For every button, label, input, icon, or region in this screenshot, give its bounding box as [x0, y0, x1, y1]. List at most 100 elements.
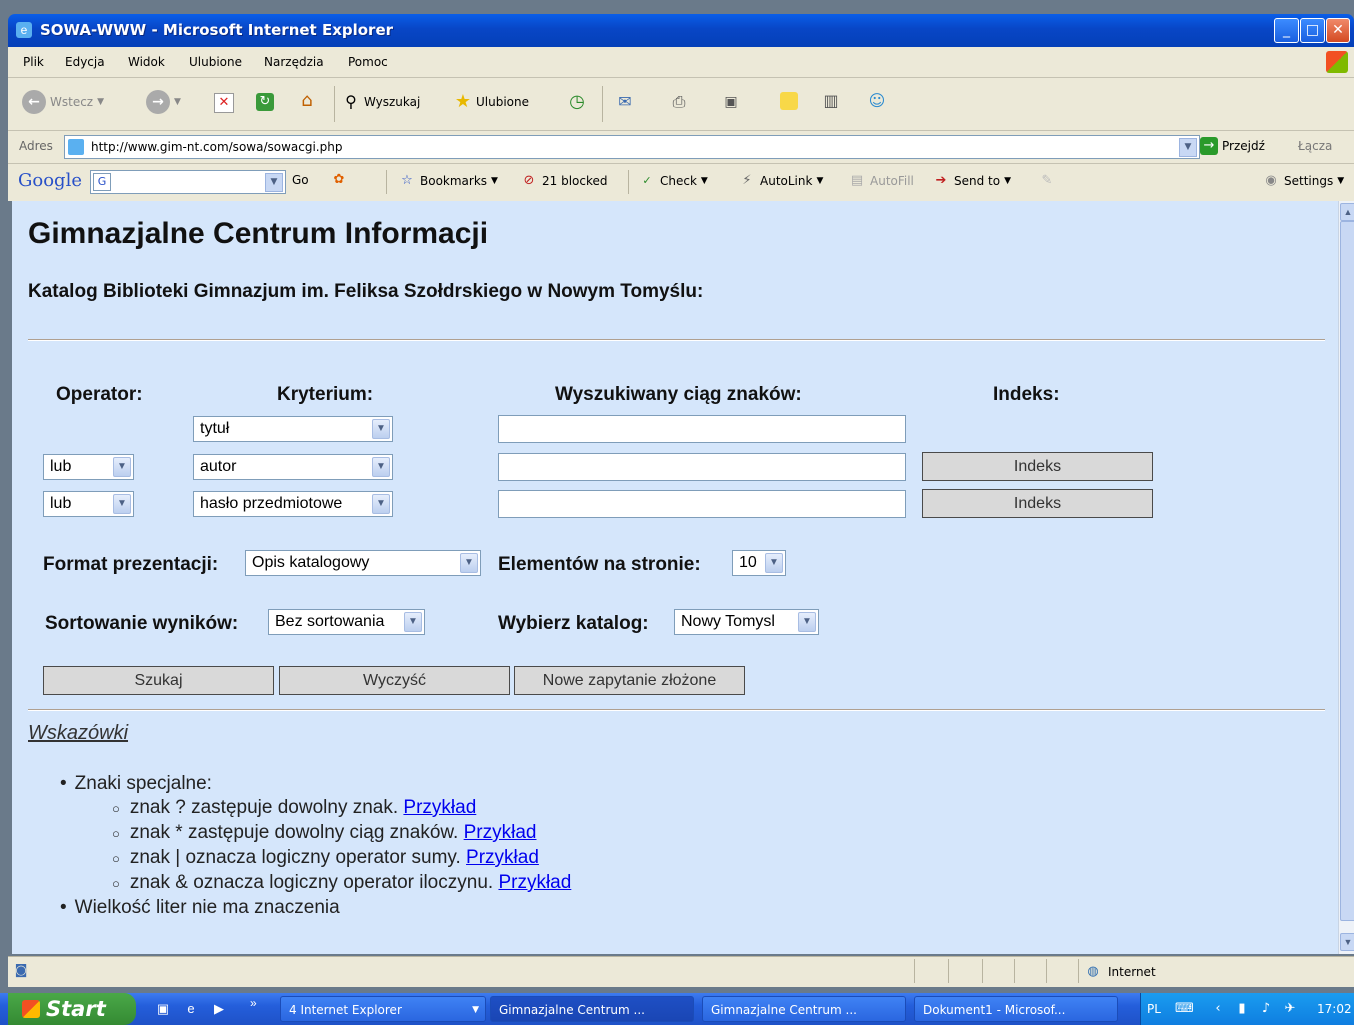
google-dropdown-icon[interactable]: ▼ [265, 173, 283, 192]
scroll-up-icon[interactable]: ▲ [1340, 203, 1354, 221]
research-icon[interactable]: ▥ [822, 92, 840, 110]
clear-button[interactable]: Wyczyść [279, 666, 510, 695]
task-gimnazjalne-2[interactable]: Gimnazjalne Centrum ... [702, 996, 906, 1022]
example-link[interactable]: Przykład [464, 822, 537, 843]
links-label[interactable]: Łącza [1298, 139, 1332, 153]
refresh-icon[interactable]: ↻ [256, 93, 274, 111]
menu-plik[interactable]: Plik [23, 55, 44, 69]
sendto-button[interactable]: ➔ Send to ▼ [932, 172, 1011, 190]
volume-icon[interactable]: ♪ [1257, 1000, 1275, 1018]
search-button[interactable]: ⚲ Wyszukaj [342, 93, 420, 111]
task-word-document[interactable]: Dokument1 - Microsof... [914, 996, 1118, 1022]
back-button[interactable]: ← Wstecz ▼ [22, 90, 104, 114]
scroll-thumb[interactable] [1340, 221, 1354, 921]
network-icon[interactable]: ▮ [1233, 1000, 1251, 1018]
clock[interactable]: 17:02 [1317, 1002, 1352, 1016]
go-arrow-icon: → [1200, 137, 1218, 155]
spellcheck-button[interactable]: ✓ Check ▼ [638, 172, 707, 190]
address-label: Adres [19, 139, 53, 153]
history-icon[interactable]: ◷ [568, 93, 586, 111]
example-link[interactable]: Przykład [403, 797, 476, 818]
index-header: Indeks: [993, 384, 1060, 405]
special-chars-label: Znaki specjalne: [74, 773, 212, 794]
star-icon: ★ [454, 91, 472, 112]
maximize-button[interactable]: □ [1300, 18, 1325, 43]
close-button[interactable]: ✕ [1326, 18, 1350, 43]
format-select[interactable]: Opis katalogowy ▼ [245, 550, 481, 576]
per-page-select[interactable]: 10 ▼ [732, 550, 786, 576]
google-logo[interactable]: Google [18, 170, 82, 191]
criterion-select-3[interactable]: hasło przedmiotowe ▼ [193, 491, 393, 517]
case-tip: Wielkość liter nie ma znaczenia [74, 897, 340, 918]
page-status-icon: ◙ [14, 963, 28, 978]
google-options-icon[interactable]: ✿ [330, 171, 348, 189]
tray-app-icon[interactable]: ✈ [1281, 1000, 1299, 1018]
per-page-label: Elementów na stronie: [498, 554, 701, 575]
new-query-button[interactable]: Nowe zapytanie złożone [514, 666, 745, 695]
search-button[interactable]: Szukaj [43, 666, 274, 695]
tips-link[interactable]: Wskazówki [28, 722, 128, 745]
autofill-button[interactable]: ▤ AutoFill [848, 172, 914, 190]
menu-widok[interactable]: Widok [128, 55, 165, 69]
language-indicator[interactable]: PL [1147, 1002, 1161, 1016]
browser-chrome: Plik Edycja Widok Ulubione Narzędzia Pom… [8, 47, 1354, 201]
go-button[interactable]: → Przejdź [1200, 137, 1265, 155]
query-input-3[interactable] [498, 490, 906, 518]
operator-select-2[interactable]: lub ▼ [43, 454, 134, 480]
menu-narzedzia[interactable]: Narzędzia [264, 55, 324, 69]
menu-pomoc[interactable]: Pomoc [348, 55, 388, 69]
example-link[interactable]: Przykład [466, 847, 539, 868]
tray-arrow-icon[interactable]: ‹ [1209, 1000, 1227, 1018]
task-label: Gimnazjalne Centrum ... [711, 1003, 857, 1017]
criterion-select-1[interactable]: tytuł ▼ [193, 416, 393, 442]
quicklaunch-desktop-icon[interactable]: ▣ [154, 1000, 172, 1018]
sendto-icon: ➔ [935, 173, 947, 188]
home-icon[interactable]: ⌂ [298, 92, 316, 110]
start-button[interactable]: Start [8, 993, 136, 1025]
menu-edycja[interactable]: Edycja [65, 55, 105, 69]
operator-value-2: lub [50, 458, 72, 475]
minimize-button[interactable]: _ [1274, 18, 1299, 43]
vertical-scrollbar[interactable]: ▲ ▼ [1338, 201, 1354, 954]
index-button-3[interactable]: Indeks [922, 489, 1153, 518]
criterion-value-3: hasło przedmiotowe [200, 495, 343, 512]
task-gimnazjalne-1[interactable]: Gimnazjalne Centrum ... [490, 996, 694, 1022]
chevron-down-icon: ▼ [460, 553, 478, 573]
mail-icon[interactable]: ✉ [616, 93, 634, 111]
operator-header: Operator: [56, 384, 143, 405]
quicklaunch-more-icon[interactable]: » [250, 996, 257, 1010]
print-icon[interactable]: ⎙ [670, 93, 688, 111]
favorites-button[interactable]: ★ Ulubione [454, 93, 529, 111]
popup-blocker-button[interactable]: ⊘ 21 blocked [520, 172, 608, 190]
task-internet-explorer[interactable]: 4 Internet Explorer ▼ [280, 996, 486, 1022]
address-input[interactable]: http://www.gim-nt.com/sowa/sowacgi.php ▼ [64, 135, 1200, 159]
discuss-icon[interactable] [780, 92, 798, 110]
google-search-input[interactable]: G ▼ [90, 170, 286, 194]
list-item: • Znaki specjalne: [60, 773, 212, 794]
catalog-select[interactable]: Nowy Tomysl ▼ [674, 609, 819, 635]
bookmarks-button[interactable]: ☆ Bookmarks ▼ [398, 172, 498, 190]
index-button-2[interactable]: Indeks [922, 452, 1153, 481]
stop-icon[interactable]: ✕ [214, 93, 234, 113]
settings-button[interactable]: ◉ Settings ▼ [1262, 172, 1344, 190]
example-link[interactable]: Przykład [498, 872, 571, 893]
google-go-button[interactable]: Go [292, 173, 309, 187]
address-dropdown-icon[interactable]: ▼ [1179, 138, 1197, 157]
sort-select[interactable]: Bez sortowania ▼ [268, 609, 425, 635]
menu-ulubione[interactable]: Ulubione [189, 55, 242, 69]
messenger-icon[interactable]: ☺ [868, 92, 886, 110]
quicklaunch-media-icon[interactable]: ▶ [210, 1000, 228, 1018]
quicklaunch-ie-icon[interactable]: e [182, 1000, 200, 1018]
windows-logo-icon [1326, 51, 1348, 73]
scroll-down-icon[interactable]: ▼ [1340, 933, 1354, 951]
edit-icon[interactable]: ▣ [722, 93, 740, 111]
query-input-2[interactable] [498, 453, 906, 481]
query-input-1[interactable] [498, 415, 906, 443]
forward-button[interactable]: → ▼ [146, 90, 181, 114]
operator-select-3[interactable]: lub ▼ [43, 491, 134, 517]
autolink-button[interactable]: ⚡ AutoLink ▼ [738, 172, 823, 190]
keyboard-icon[interactable]: ⌨ [1175, 1000, 1194, 1018]
highlighter-icon[interactable]: ✎ [1038, 172, 1056, 190]
title-bar[interactable]: e SOWA-WWW - Microsoft Internet Explorer… [8, 14, 1354, 47]
criterion-select-2[interactable]: autor ▼ [193, 454, 393, 480]
